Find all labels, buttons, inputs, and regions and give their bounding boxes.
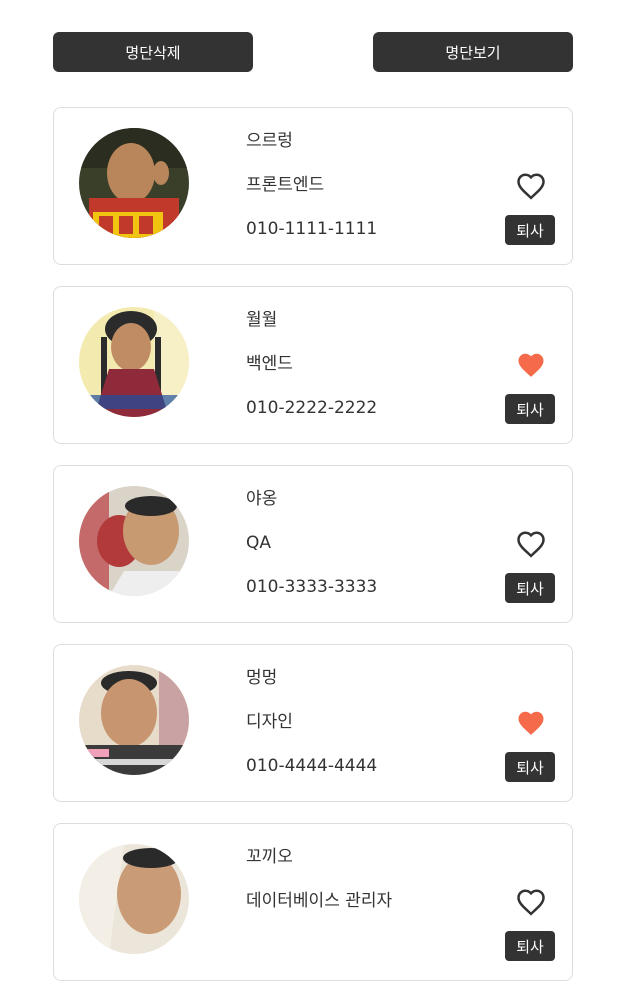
fire-button[interactable]: 퇴사: [505, 215, 555, 245]
employee-phone: 010-3333-3333: [246, 577, 378, 597]
heart-outline-icon[interactable]: [516, 888, 546, 916]
employee-card: 꼬끼오 데이터베이스 관리자 퇴사: [53, 823, 573, 981]
avatar: [79, 486, 189, 596]
employee-card: 멍멍 디자인 010-4444-4444 퇴사: [53, 644, 573, 802]
heart-outline-icon[interactable]: [516, 530, 546, 558]
employee-name: 멍멍: [246, 668, 278, 688]
view-list-button[interactable]: 명단보기: [373, 32, 573, 72]
employee-role: 디자인: [246, 712, 293, 732]
employee-name: 월월: [246, 310, 278, 330]
employee-card: 야옹 QA 010-3333-3333 퇴사: [53, 465, 573, 623]
fire-button[interactable]: 퇴사: [505, 752, 555, 782]
avatar: [79, 665, 189, 775]
employee-name: 야옹: [246, 489, 278, 509]
employee-phone: [246, 934, 392, 956]
fire-button[interactable]: 퇴사: [505, 394, 555, 424]
heart-filled-icon[interactable]: [516, 709, 546, 737]
employee-phone: 010-1111-1111: [246, 219, 378, 239]
employee-role: 데이터베이스 관리자: [246, 891, 393, 911]
employee-role: 백엔드: [246, 354, 293, 374]
delete-list-button[interactable]: 명단삭제: [53, 32, 253, 72]
avatar: [79, 307, 189, 417]
employee-role: 프론트엔드: [246, 175, 325, 195]
fire-button[interactable]: 퇴사: [505, 931, 555, 961]
avatar: [79, 844, 189, 954]
heart-outline-icon[interactable]: [516, 172, 546, 200]
heart-filled-icon[interactable]: [516, 351, 546, 379]
employee-role: QA: [246, 533, 272, 553]
employee-list: 으르렁 프론트엔드 010-1111-1111 퇴사 월월 백엔드 010-22…: [53, 107, 573, 1002]
employee-card: 월월 백엔드 010-2222-2222 퇴사: [53, 286, 573, 444]
fire-button[interactable]: 퇴사: [505, 573, 555, 603]
employee-phone: 010-4444-4444: [246, 756, 378, 776]
employee-name: 으르렁: [246, 131, 293, 151]
employee-name: 꼬끼오: [246, 847, 293, 867]
employee-card: 으르렁 프론트엔드 010-1111-1111 퇴사: [53, 107, 573, 265]
avatar: [79, 128, 189, 238]
toolbar: 명단삭제 명단보기: [53, 32, 573, 72]
employee-phone: 010-2222-2222: [246, 398, 378, 418]
